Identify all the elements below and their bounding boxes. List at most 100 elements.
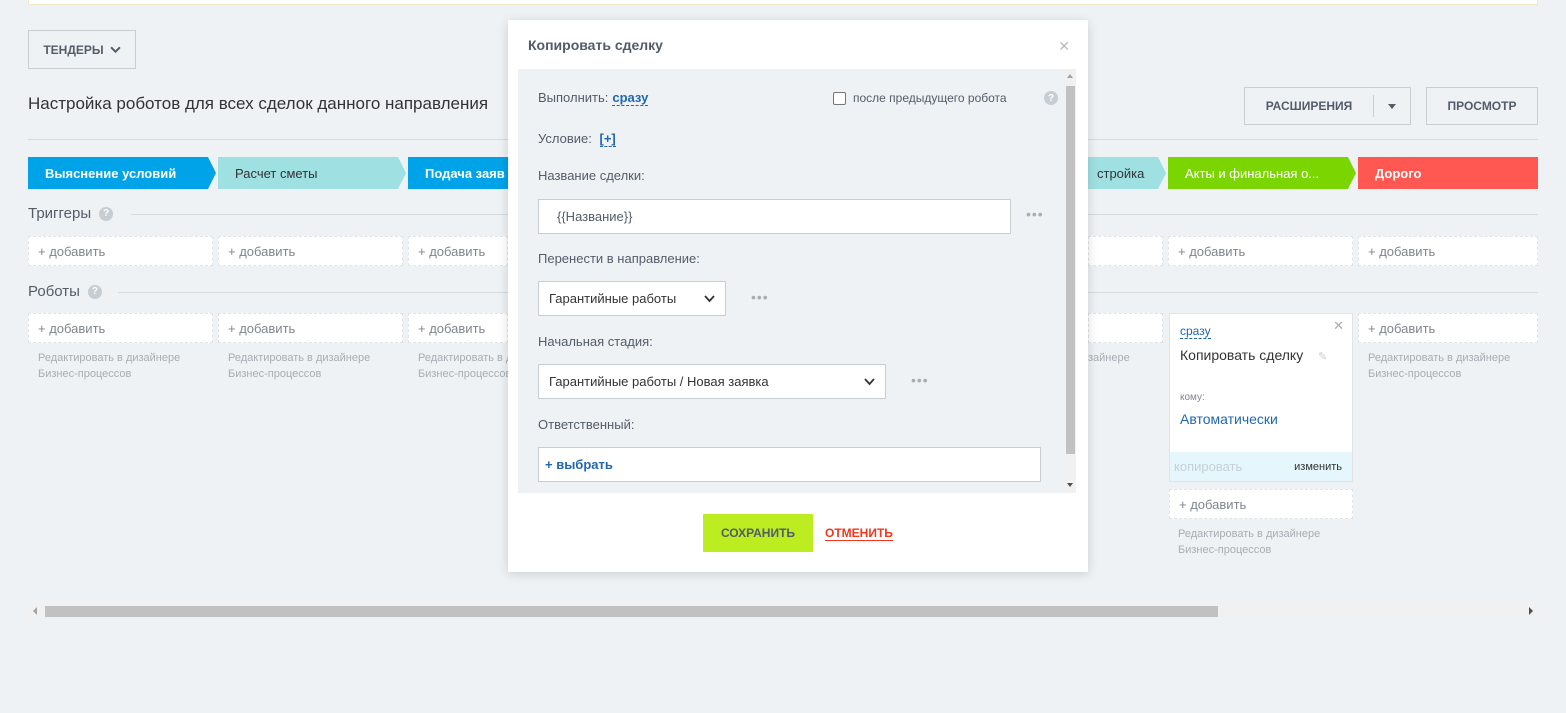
help-icon[interactable]: ? [99, 206, 114, 221]
add-trigger-slot[interactable] [1088, 236, 1163, 266]
robots-title: Роботы ? [28, 283, 102, 300]
add-trigger-button[interactable]: + добавить [1168, 236, 1353, 266]
edit-in-designer-link[interactable]: Редактировать в дизайнере Бизнес-процесс… [38, 350, 208, 382]
robots-title-text: Роботы [28, 283, 80, 300]
direction-select[interactable]: Гарантийные работы [538, 281, 726, 316]
horizontal-scrollbar[interactable] [28, 603, 1538, 619]
more-dots-icon[interactable]: ••• [751, 289, 769, 305]
dialog-body: Выполнить: сразу после предыдущего робота… [518, 69, 1076, 493]
extensions-dropdown-toggle[interactable] [1374, 103, 1410, 109]
tenders-button[interactable]: ТЕНДЕРЫ [28, 30, 136, 69]
add-trigger-button[interactable]: + добавить [408, 236, 508, 266]
copy-robot-button[interactable]: копировать [1174, 459, 1242, 474]
after-previous-checkbox[interactable] [833, 91, 846, 105]
add-trigger-button[interactable]: + добавить [1358, 236, 1538, 266]
stage-arrow [398, 157, 406, 189]
edit-hint-line: Бизнес-процессов [228, 368, 322, 380]
stage-6[interactable]: Дорого [1358, 157, 1538, 189]
chevron-down-icon [864, 377, 875, 385]
stage-label: Подача заяв [425, 165, 505, 181]
edit-hint-line: Редактировать в дизайнере [1368, 352, 1511, 364]
after-previous-label: после предыдущего робота [853, 91, 1007, 105]
dialog-scrollbar-thumb[interactable] [1066, 86, 1075, 454]
dialog-scrollbar[interactable] [1065, 69, 1076, 493]
edit-in-designer-link[interactable]: Редактировать в дизайнере Бизнес-процесс… [1368, 350, 1538, 382]
triggers-title-text: Триггеры [28, 205, 92, 222]
edit-hint-line: Редактировать в д [418, 352, 508, 364]
direction-select-value: Гарантийные работы [549, 291, 677, 306]
more-dots-icon[interactable]: ••• [1026, 206, 1044, 222]
add-condition-link[interactable]: [+] [599, 131, 616, 147]
edit-in-designer-link[interactable]: Редактировать в д Бизнес-процессов [418, 350, 508, 382]
add-trigger-button[interactable]: + добавить [218, 236, 403, 266]
stage-5[interactable]: Акты и финальная о... [1168, 157, 1356, 189]
stage-arrow [1348, 157, 1356, 189]
scroll-right-arrow-icon[interactable] [1529, 607, 1533, 615]
robot-card-footer: копировать изменить [1170, 452, 1352, 481]
pencil-icon[interactable]: ✎ [1318, 350, 1327, 363]
robots-divider [118, 292, 508, 293]
after-previous-checkbox-row[interactable]: после предыдущего робота [833, 91, 1007, 105]
edit-in-designer-link[interactable]: Редактировать в дизайнере Бизнес-процесс… [1178, 526, 1348, 558]
add-robot-slot[interactable] [1088, 313, 1163, 343]
edit-hint-line: Бизнес-процессов [418, 368, 508, 380]
responsible-label: Ответственный: [538, 417, 635, 432]
stage-label: Акты и финальная о... [1185, 165, 1320, 181]
stage-3[interactable]: Подача заяв [408, 157, 508, 189]
cancel-button[interactable]: ОТМЕНИТЬ [825, 526, 893, 541]
tenders-button-label: ТЕНДЕРЫ [43, 42, 104, 57]
extensions-button[interactable]: РАСШИРЕНИЯ [1244, 87, 1411, 125]
edit-hint-line: Редактировать в дизайнере [228, 352, 371, 364]
add-robot-button[interactable]: + добавить [408, 313, 508, 343]
stage-label: Расчет сметы [235, 165, 318, 181]
stage-arrow [208, 157, 216, 189]
scroll-down-arrow-icon[interactable] [1067, 483, 1073, 487]
chevron-down-icon [110, 46, 121, 54]
edit-hint-line: зайнере [1088, 352, 1130, 364]
add-robot-button[interactable]: + добавить [1358, 313, 1538, 343]
select-responsible-button[interactable]: + выбрать [538, 447, 1041, 482]
deal-name-input[interactable]: {{Название}} [538, 199, 1011, 234]
help-icon[interactable]: ? [1044, 91, 1058, 105]
scroll-up-arrow-icon[interactable] [1067, 74, 1073, 78]
edit-in-designer-link[interactable]: Редактировать в дизайнере Бизнес-процесс… [228, 350, 398, 382]
save-button[interactable]: СОХРАНИТЬ [703, 514, 813, 552]
top-panel [28, 0, 1538, 5]
chevron-down-icon [704, 294, 715, 302]
scroll-left-arrow-icon[interactable] [33, 607, 37, 615]
add-robot-button[interactable]: + добавить [1169, 489, 1353, 519]
stage-1[interactable]: Выяснение условий [28, 157, 216, 189]
initial-stage-label: Начальная стадия: [538, 334, 653, 349]
close-icon[interactable]: ✕ [1058, 38, 1070, 55]
initial-stage-select[interactable]: Гарантийные работы / Новая заявка [538, 364, 886, 399]
stage-arrow [1158, 157, 1166, 189]
scrollbar-thumb[interactable] [45, 606, 1218, 617]
change-robot-button[interactable]: изменить [1294, 461, 1342, 473]
close-icon[interactable]: ✕ [1333, 318, 1344, 334]
add-robot-button[interactable]: + добавить [218, 313, 403, 343]
help-icon[interactable]: ? [87, 284, 102, 299]
stage-label: Дорого [1375, 165, 1422, 181]
robot-when-link[interactable]: сразу [1180, 324, 1211, 339]
edit-in-designer-link[interactable]: зайнере [1088, 350, 1148, 366]
triggers-divider [1088, 214, 1538, 215]
caret-down-icon [1388, 103, 1396, 109]
dialog-title: Копировать сделку [528, 37, 663, 53]
more-dots-icon[interactable]: ••• [911, 372, 929, 388]
robot-name: Копировать сделку [1180, 347, 1304, 363]
stage-4[interactable]: стройка [1088, 157, 1166, 189]
stage-2[interactable]: Расчет сметы [218, 157, 406, 189]
add-trigger-button[interactable]: + добавить [28, 236, 213, 266]
robots-divider [1088, 292, 1538, 293]
stage-label: стройка [1097, 165, 1145, 181]
preview-button[interactable]: ПРОСМОТР [1426, 87, 1538, 125]
edit-hint-line: Редактировать в дизайнере [1178, 528, 1321, 540]
execute-value-link[interactable]: сразу [612, 90, 649, 106]
robot-card[interactable]: сразу ✕ Копировать сделку ✎ кому: Автома… [1169, 313, 1353, 482]
initial-stage-select-value: Гарантийные работы / Новая заявка [549, 374, 769, 389]
execute-row: Выполнить: сразу [538, 90, 649, 106]
condition-label: Условие: [538, 131, 592, 146]
add-robot-button[interactable]: + добавить [28, 313, 213, 343]
edit-hint-line: Редактировать в дизайнере [38, 352, 181, 364]
stage-label: Выяснение условий [45, 165, 177, 181]
